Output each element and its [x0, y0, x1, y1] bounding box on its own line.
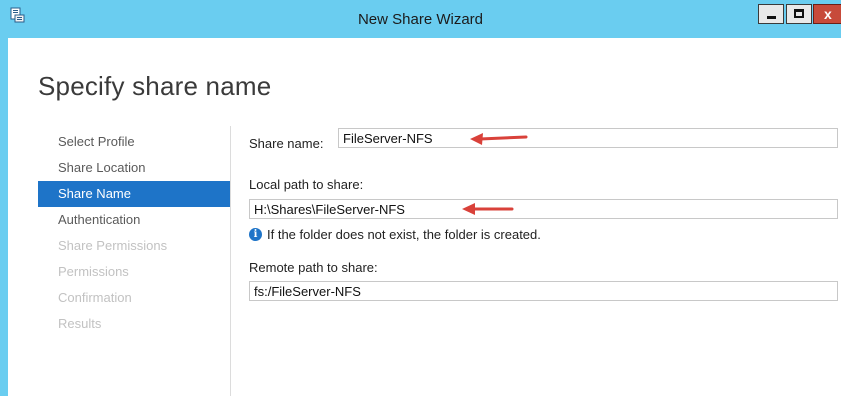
step-permissions: Permissions [58, 264, 129, 279]
minimize-icon [767, 16, 776, 19]
nav-divider [230, 126, 231, 396]
step-select-profile[interactable]: Select Profile [38, 129, 230, 155]
red-arrow-icon [470, 133, 528, 145]
close-button[interactable]: x [813, 4, 841, 24]
wizard-steps-nav: Select Profile Share Location Share Name… [38, 129, 230, 337]
local-path-input[interactable] [249, 199, 838, 219]
share-name-label: Share name: [249, 136, 324, 151]
local-path-label: Local path to share: [249, 177, 364, 192]
step-confirmation: Confirmation [58, 290, 132, 305]
red-arrow-icon [462, 203, 514, 215]
step-results: Results [58, 316, 102, 331]
maximize-button[interactable] [786, 4, 812, 24]
step-authentication[interactable]: Authentication [38, 207, 230, 233]
maximize-icon [794, 9, 804, 18]
wizard-window: New Share Wizard x Specify share name Se… [0, 0, 841, 396]
step-share-name[interactable]: Share Name [38, 181, 230, 207]
minimize-button[interactable] [758, 4, 784, 24]
step-share-location[interactable]: Share Location [38, 155, 230, 181]
step-share-permissions: Share Permissions [58, 238, 168, 253]
window-title: New Share Wizard [357, 11, 484, 28]
folder-info-text: If the folder does not exist, the folder… [267, 227, 541, 242]
wizard-content: Specify share name Select Profile Share … [8, 38, 841, 396]
title-bar[interactable]: New Share Wizard x [0, 0, 841, 38]
close-icon: x [824, 6, 832, 22]
page-title: Specify share name [38, 71, 272, 101]
remote-path-input[interactable] [249, 281, 838, 301]
remote-path-label: Remote path to share: [249, 260, 378, 275]
info-icon: i [249, 228, 262, 241]
share-name-input[interactable] [338, 128, 838, 148]
